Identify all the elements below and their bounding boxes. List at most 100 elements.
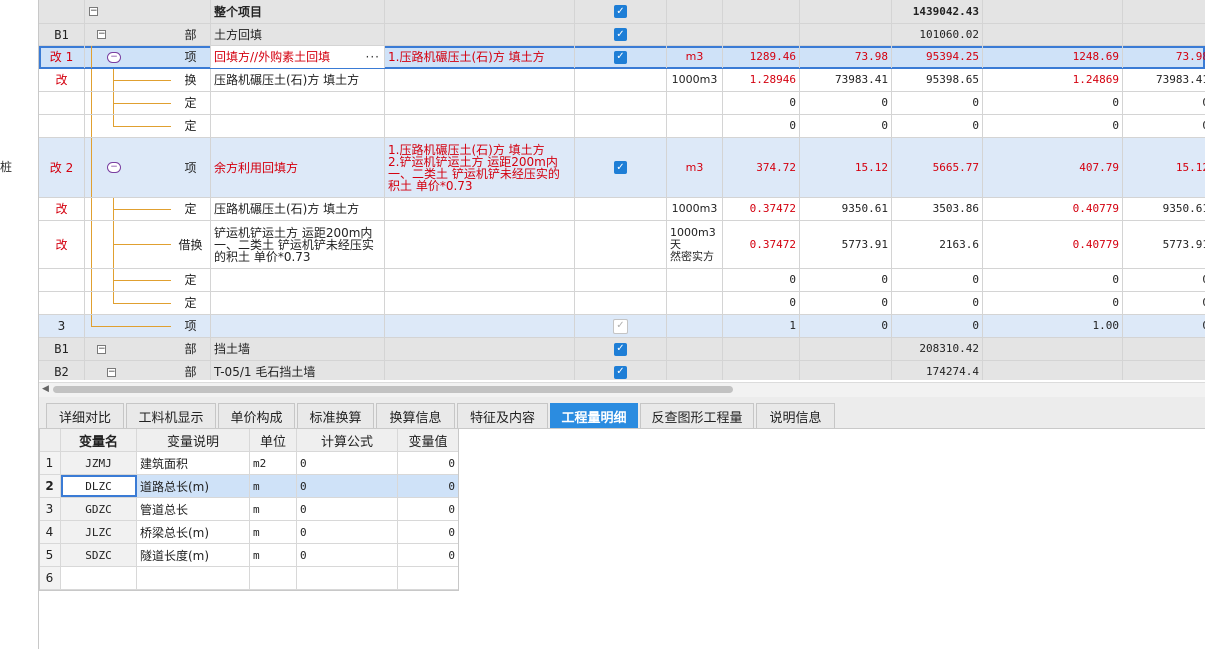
table-row-subitem[interactable]: 改 换 压路机碾压土(石)方 填土方 1000m3 1.28946 73983.… — [39, 69, 1205, 92]
row-value-1[interactable]: 0 — [723, 92, 800, 114]
row-checkbox-cell[interactable] — [575, 69, 667, 91]
row-name[interactable]: 整个项目 — [211, 0, 385, 23]
variable-value[interactable]: 0 — [398, 452, 459, 474]
row-value-2[interactable]: 0 — [800, 92, 892, 114]
variable-desc[interactable]: 管道总长 — [137, 498, 250, 520]
row-name[interactable]: 压路机碾压土(石)方 填土方 — [211, 69, 385, 91]
row-value-5[interactable]: 9350.61 — [1123, 198, 1205, 220]
row-value-4[interactable]: 1248.69 — [983, 46, 1123, 68]
row-value-2[interactable]: 0 — [800, 315, 892, 337]
row-name-editor[interactable]: 回填方//外购素土回填 ··· — [211, 46, 385, 68]
table-row-selected[interactable]: 2 DLZC 道路总长(m) m 0 0 — [39, 475, 459, 498]
tab-labor-material-machine[interactable]: 工料机显示 — [126, 403, 216, 428]
tab-standard-conversion[interactable]: 标准换算 — [297, 403, 374, 428]
row-feature[interactable] — [385, 198, 575, 220]
item-node-icon[interactable]: − — [107, 162, 121, 173]
row-value-1[interactable] — [723, 24, 800, 45]
variable-value[interactable]: 0 — [398, 521, 459, 543]
row-value-2[interactable] — [800, 24, 892, 45]
row-value-2[interactable]: 9350.61 — [800, 198, 892, 220]
row-value-1[interactable]: 0.37472 — [723, 221, 800, 268]
row-value-5[interactable]: 15.12 — [1123, 138, 1205, 197]
row-value-4[interactable]: 1.00 — [983, 315, 1123, 337]
row-feature[interactable] — [385, 292, 575, 314]
variable-formula[interactable]: 0 — [297, 452, 398, 474]
variable-value[interactable]: 0 — [398, 498, 459, 520]
variable-name[interactable]: SDZC — [61, 544, 137, 566]
variable-formula[interactable]: 0 — [297, 475, 398, 497]
row-name[interactable] — [211, 292, 385, 314]
row-value-1[interactable]: 0 — [723, 115, 800, 137]
row-checkbox-cell[interactable] — [575, 115, 667, 137]
row-unit[interactable] — [667, 92, 723, 114]
variable-formula[interactable]: 0 — [297, 544, 398, 566]
variable-unit[interactable]: m — [250, 498, 297, 520]
table-row[interactable]: 5 SDZC 隧道长度(m) m 0 0 — [39, 544, 459, 567]
row-value-4[interactable]: 0.40779 — [983, 221, 1123, 268]
row-unit[interactable] — [667, 0, 723, 23]
variable-desc[interactable]: 桥梁总长(m) — [137, 521, 250, 543]
checkbox-checked-icon[interactable]: ✓ — [614, 161, 627, 174]
variable-name[interactable]: JZMJ — [61, 452, 137, 474]
more-options-icon[interactable]: ··· — [366, 51, 380, 63]
row-value-3[interactable]: 101060.02 — [892, 24, 983, 45]
row-value-1[interactable] — [723, 0, 800, 23]
row-unit[interactable] — [667, 24, 723, 45]
row-value-3[interactable]: 1439042.43 — [892, 0, 983, 23]
row-feature[interactable] — [385, 221, 575, 268]
variable-unit[interactable]: m2 — [250, 452, 297, 474]
row-value-3[interactable]: 3503.86 — [892, 198, 983, 220]
row-value-4[interactable]: 0 — [983, 292, 1123, 314]
checkbox-checked-icon[interactable]: ✓ — [614, 342, 627, 356]
row-unit[interactable] — [667, 292, 723, 314]
variable-name[interactable]: JLZC — [61, 521, 137, 543]
row-value-4[interactable] — [983, 0, 1123, 23]
item-node-icon[interactable]: − — [107, 52, 121, 63]
row-value-1[interactable]: 1.28946 — [723, 69, 800, 91]
tab-conversion-info[interactable]: 换算信息 — [376, 403, 455, 428]
row-checkbox-cell[interactable] — [575, 92, 667, 114]
row-checkbox-cell[interactable]: ✓ — [575, 138, 667, 197]
collapse-toggle-icon[interactable]: − — [97, 30, 106, 39]
row-unit[interactable] — [667, 115, 723, 137]
row-unit[interactable] — [667, 361, 723, 380]
tab-description-info[interactable]: 说明信息 — [756, 403, 835, 428]
variable-name[interactable]: DLZC — [61, 475, 137, 497]
variable-unit[interactable]: m — [250, 521, 297, 543]
row-unit[interactable] — [667, 315, 723, 337]
row-feature[interactable] — [385, 92, 575, 114]
table-row-subitem[interactable]: 改 定 压路机碾压土(石)方 填土方 1000m3 0.37472 9350.6… — [39, 198, 1205, 221]
checkbox-checked-icon[interactable]: ✓ — [614, 50, 627, 64]
collapse-toggle-icon[interactable]: − — [89, 7, 98, 16]
table-row-item[interactable]: 改 2 − 项 余方利用回填方 1.压路机碾压土(石)方 填土方 2.铲运机铲运… — [39, 138, 1205, 198]
table-row-item[interactable]: 3 项 ✓ 1 0 0 1.00 0 — [39, 315, 1205, 338]
table-row-section[interactable]: B2 − 部 T-05/1 毛石挡土墙 ✓ 174274.4 — [39, 361, 1205, 380]
row-feature[interactable] — [385, 115, 575, 137]
row-value-3[interactable]: 0 — [892, 292, 983, 314]
row-value-1[interactable] — [723, 338, 800, 360]
row-name[interactable]: T-05/1 毛石挡土墙 — [211, 361, 385, 380]
row-value-1[interactable]: 0 — [723, 269, 800, 291]
row-value-2[interactable]: 5773.91 — [800, 221, 892, 268]
tab-features-content[interactable]: 特征及内容 — [457, 403, 548, 428]
row-value-3[interactable]: 0 — [892, 92, 983, 114]
row-value-2[interactable]: 0 — [800, 115, 892, 137]
row-value-3[interactable]: 0 — [892, 115, 983, 137]
row-name[interactable]: 铲运机铲运土方 运距200m内 一、二类土 铲运机铲未经压实 的积土 单价*0.… — [211, 221, 385, 268]
row-unit[interactable]: 1000m3天 然密实方 — [667, 221, 723, 268]
row-value-2[interactable]: 15.12 — [800, 138, 892, 197]
variable-formula[interactable] — [297, 567, 398, 589]
row-feature[interactable] — [385, 0, 575, 23]
row-checkbox-cell[interactable]: ✓ — [575, 315, 667, 337]
row-value-5[interactable]: 0 — [1123, 292, 1205, 314]
variable-value[interactable]: 0 — [398, 544, 459, 566]
row-value-5[interactable] — [1123, 24, 1205, 45]
row-value-1[interactable]: 374.72 — [723, 138, 800, 197]
row-feature[interactable] — [385, 338, 575, 360]
row-name[interactable] — [211, 115, 385, 137]
row-value-4[interactable] — [983, 361, 1123, 380]
row-value-1[interactable] — [723, 361, 800, 380]
row-value-2[interactable] — [800, 0, 892, 23]
row-value-5[interactable]: 73983.41 — [1123, 69, 1205, 91]
row-value-3[interactable]: 5665.77 — [892, 138, 983, 197]
